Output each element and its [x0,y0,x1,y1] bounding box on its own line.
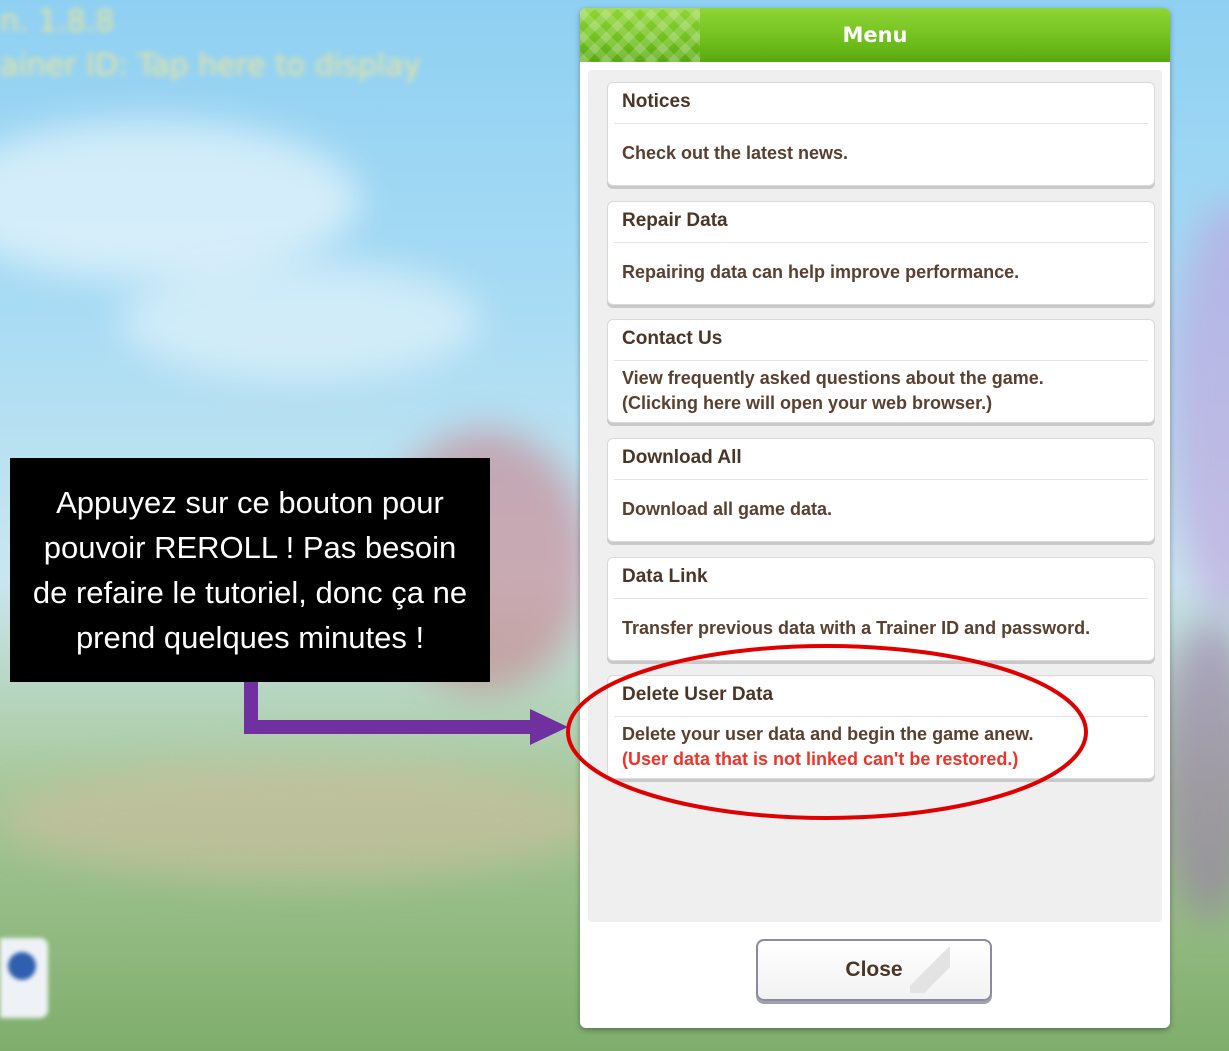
menu-item-desc: Download all game data. [622,499,833,519]
divider [614,479,1148,480]
menu-item-desc: View frequently asked questions about th… [622,368,1044,413]
menu-title: Menu [842,23,908,47]
menu-item-title: Notices [622,91,691,112]
header-pattern [580,8,700,62]
divider [614,242,1148,243]
menu-header: Menu [580,8,1170,62]
menu-item-download-all[interactable]: Download All Download all game data. [607,438,1155,542]
callout-arrow-head [530,709,568,745]
side-badge-icon [0,938,48,1018]
menu-dialog: Menu Notices Check out the latest news. … [580,8,1170,1028]
warning-text: (User data that is not linked can't be r… [622,749,1019,769]
menu-item-desc: Check out the latest news. [622,143,849,163]
menu-item-desc: Delete your user data and begin the game… [622,722,1140,772]
menu-item-delete-user-data[interactable]: Delete User Data Delete your user data a… [607,675,1155,779]
divider [614,716,1148,717]
menu-item-title: Download All [622,447,742,468]
menu-item-title: Contact Us [622,328,723,349]
divider [614,360,1148,361]
menu-item-repair-data[interactable]: Repair Data Repairing data can help impr… [607,201,1155,305]
menu-item-title: Data Link [622,566,708,587]
menu-item-desc: Transfer previous data with a Trainer ID… [622,618,1091,638]
version-text: n. 1.8.8 ainer ID: Tap here to display [0,4,422,83]
menu-item-title: Delete User Data [622,684,774,705]
menu-list: Notices Check out the latest news. Repai… [588,70,1162,922]
menu-item-data-link[interactable]: Data Link Transfer previous data with a … [607,557,1155,661]
close-button-label: Close [845,958,903,981]
menu-item-notices[interactable]: Notices Check out the latest news. [607,82,1155,186]
menu-item-desc: Repairing data can help improve performa… [622,262,1020,282]
tutorial-callout: Appuyez sur ce bouton pour pouvoir REROL… [10,458,490,682]
menu-item-contact-us[interactable]: Contact Us View frequently asked questio… [607,319,1155,423]
divider [614,598,1148,599]
close-button[interactable]: Close [756,939,992,1001]
divider [614,123,1148,124]
callout-arrow-shaft [244,720,534,734]
menu-item-title: Repair Data [622,210,728,231]
